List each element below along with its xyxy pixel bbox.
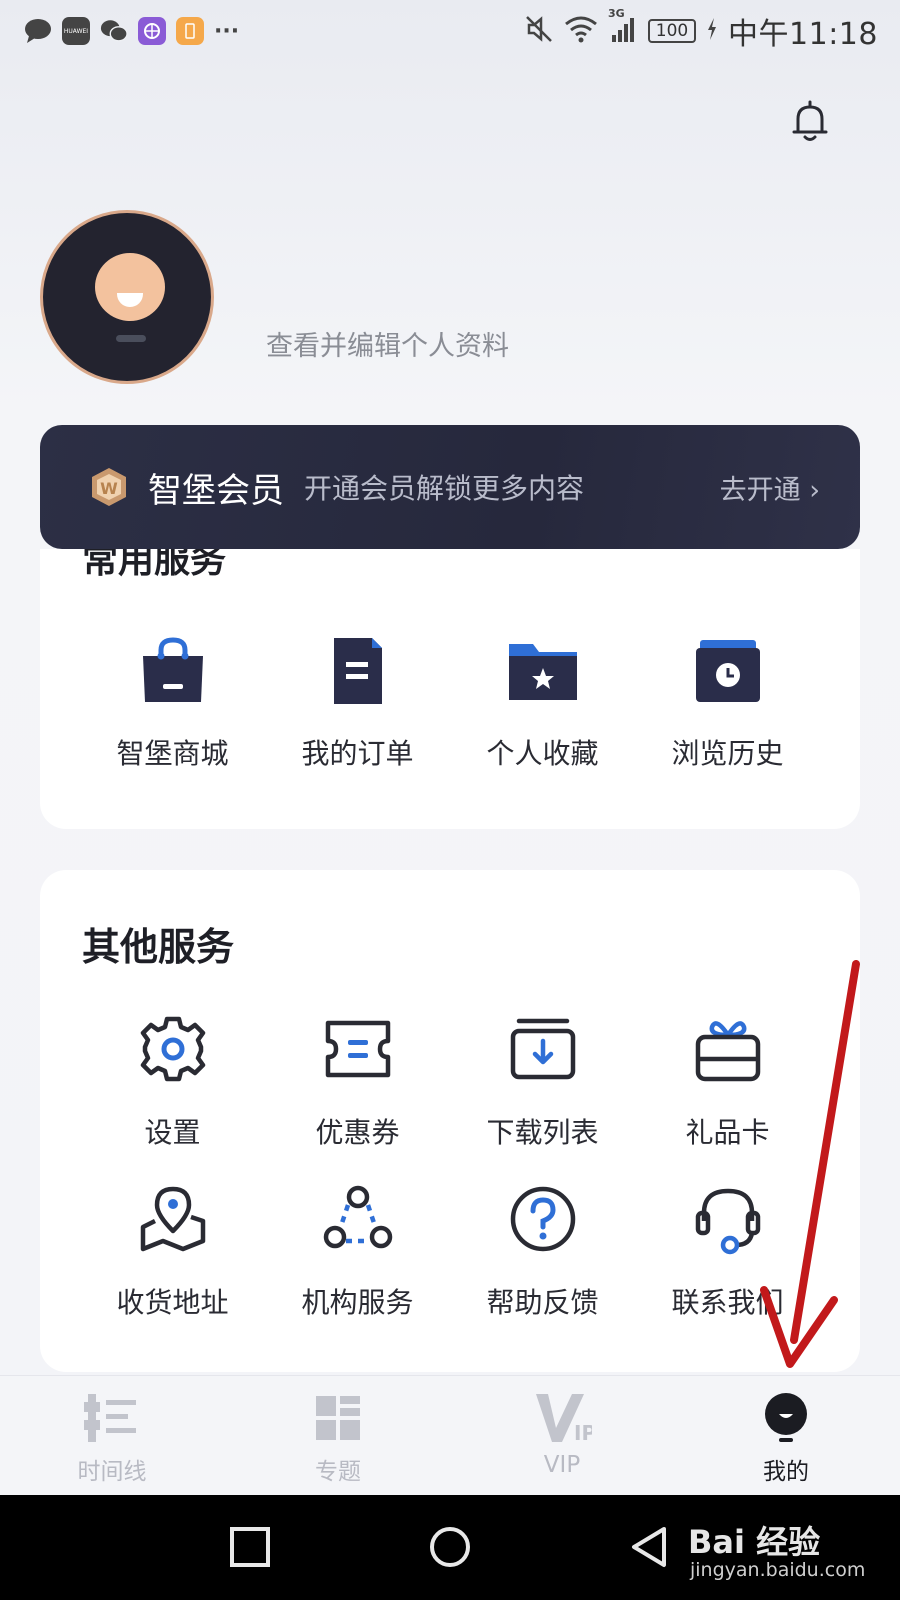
edit-profile-link[interactable]: 查看并编辑个人资料 (266, 324, 509, 363)
service-history[interactable]: 浏览历史 (635, 634, 820, 772)
tab-label: 时间线 (77, 1459, 147, 1485)
download-icon (510, 1018, 575, 1080)
history-calendar-icon (695, 640, 760, 702)
service-label: 下载列表 (486, 1116, 599, 1149)
service-shop[interactable]: 智堡商城 (80, 634, 265, 772)
gift-card-icon (695, 1021, 760, 1082)
vip-title: 智堡会员 (148, 470, 284, 511)
tab-label: 我的 (763, 1459, 809, 1485)
service-label: 优惠券 (315, 1116, 400, 1149)
system-navigation-bar: Bai 经验 jingyan.baidu.com (0, 1495, 900, 1600)
message-icon (24, 17, 52, 45)
more-notifications: ··· (214, 18, 240, 44)
service-label: 联系我们 (671, 1286, 784, 1319)
clock: 中午11:18 (728, 17, 878, 52)
order-document-icon (333, 638, 382, 704)
svg-text:W: W (100, 479, 118, 498)
vip-activate-button[interactable]: 去开通 › (720, 468, 820, 507)
service-label: 我的订单 (301, 737, 414, 770)
coupon-icon (325, 1020, 390, 1078)
topics-grid-icon (316, 1396, 360, 1440)
charging-icon (706, 17, 718, 45)
signal-icon: 3G (608, 7, 638, 47)
vip-icon: IP (536, 1394, 592, 1444)
watermark-brand: Bai 经验 (688, 1523, 821, 1561)
huawei-icon: HUAWEI (62, 17, 90, 45)
common-services-title: 常用服务 (82, 549, 227, 581)
mute-icon (524, 14, 554, 48)
tab-topics[interactable]: 专题 (278, 1392, 398, 1486)
service-orders[interactable]: 我的订单 (265, 634, 450, 772)
bottom-tab-bar: 时间线 专题 IP VIP 我的 (0, 1375, 900, 1495)
svg-text:IP: IP (574, 1421, 592, 1444)
service-address[interactable]: 收货地址 (80, 1183, 265, 1321)
service-favorites[interactable]: 个人收藏 (450, 634, 635, 772)
shopping-bag-icon (142, 637, 203, 702)
system-indicators: 3G 100 中午11:18 (524, 7, 878, 53)
other-services-title: 其他服务 (82, 925, 235, 969)
service-label: 礼品卡 (685, 1116, 770, 1149)
back-button[interactable] (628, 1525, 672, 1569)
avatar-face (95, 253, 165, 321)
service-contact[interactable]: 联系我们 (635, 1183, 820, 1321)
purple-app-icon (138, 17, 166, 45)
service-label: 设置 (144, 1116, 201, 1149)
organization-icon (323, 1185, 392, 1249)
vip-membership-banner[interactable]: W 智堡会员 开通会员解锁更多内容 去开通 › (40, 425, 860, 549)
service-label: 帮助反馈 (486, 1286, 599, 1319)
service-organization[interactable]: 机构服务 (265, 1183, 450, 1321)
avatar-chin (116, 335, 146, 342)
huawei-label: HUAWEI (63, 27, 89, 35)
service-gift-card[interactable]: 礼品卡 (635, 1013, 820, 1151)
notification-bell-icon[interactable] (790, 100, 830, 144)
location-pin-icon (140, 1186, 205, 1252)
service-label: 个人收藏 (486, 737, 599, 770)
common-services-card: 常用服务 智堡商城 我的订单 个人收藏 浏览历史 (40, 549, 860, 829)
recent-apps-button[interactable] (228, 1525, 272, 1569)
tab-label: VIP (543, 1452, 581, 1478)
service-coupons[interactable]: 优惠券 (265, 1013, 450, 1151)
wechat-icon (100, 17, 128, 45)
orange-app-icon (176, 17, 204, 45)
vip-badge-icon: W (88, 466, 130, 508)
tab-mine[interactable]: 我的 (726, 1392, 846, 1486)
service-label: 机构服务 (301, 1286, 414, 1319)
service-label: 浏览历史 (671, 737, 784, 770)
battery-indicator: 100 (648, 19, 697, 43)
profile-icon (765, 1393, 807, 1442)
other-services-card: 其他服务 设置 优惠券 下载列表 礼品卡 收货地址 机构服务 帮助反馈 联系我们 (40, 870, 860, 1372)
service-downloads[interactable]: 下载列表 (450, 1013, 635, 1151)
service-settings[interactable]: 设置 (80, 1013, 265, 1151)
tab-timeline[interactable]: 时间线 (52, 1392, 172, 1486)
avatar[interactable] (40, 210, 214, 384)
wifi-icon (564, 15, 598, 47)
favorite-folder-icon (508, 644, 577, 700)
headset-icon (695, 1188, 760, 1255)
home-button[interactable] (428, 1525, 472, 1569)
service-label: 收货地址 (116, 1286, 229, 1319)
service-label: 智堡商城 (116, 737, 229, 770)
network-type: 3G (608, 7, 625, 20)
vip-description: 开通会员解锁更多内容 (304, 472, 585, 505)
service-help[interactable]: 帮助反馈 (450, 1183, 635, 1321)
watermark-url: jingyan.baidu.com (690, 1559, 866, 1581)
tab-vip[interactable]: IP VIP (502, 1392, 622, 1478)
status-bar: HUAWEI ··· 3G 100 中午11:18 (0, 0, 900, 62)
notification-icons: HUAWEI ··· (24, 17, 239, 45)
gear-icon (140, 1016, 205, 1082)
tab-label: 专题 (315, 1459, 361, 1485)
help-icon (510, 1186, 575, 1252)
timeline-icon (84, 1394, 136, 1442)
